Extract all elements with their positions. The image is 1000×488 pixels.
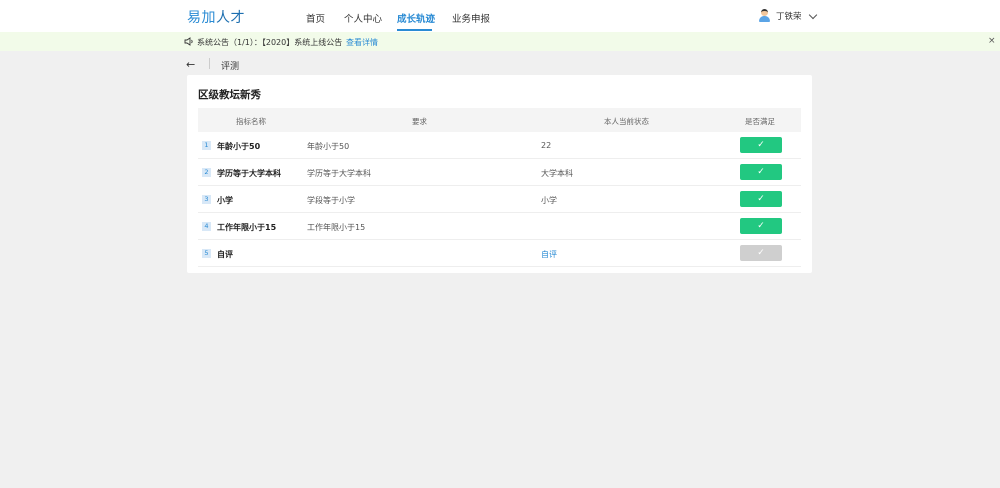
breadcrumb-current: 评测 bbox=[221, 62, 240, 72]
table-row: 5 自评 自评 ✓ bbox=[198, 240, 801, 267]
check-icon: ✓ bbox=[740, 191, 782, 207]
user-menu[interactable]: 丁铁荣 bbox=[758, 9, 817, 23]
active-nav-indicator bbox=[397, 29, 432, 31]
table-row: 2 学历等于大学本科 学历等于大学本科 大学本科 ✓ bbox=[198, 159, 801, 186]
notice-bar: 系统公告（1/1）：【2020】系统上线公告 查看详情 × bbox=[0, 32, 1000, 51]
row-index: 5 bbox=[202, 249, 211, 258]
row-index: 3 bbox=[202, 195, 211, 204]
column-header-satisfied: 是否满足 bbox=[745, 117, 775, 126]
nav-home[interactable]: 首页 bbox=[306, 11, 325, 25]
current-status: 大学本科 bbox=[541, 169, 573, 178]
table-row: 1 年龄小于50 年龄小于50 22 ✓ bbox=[198, 132, 801, 159]
requirement: 学历等于大学本科 bbox=[307, 169, 371, 178]
current-status: 小学 bbox=[541, 196, 557, 205]
top-navbar: 易加人才 首页 个人中心 成长轨迹 业务申报 丁铁荣 bbox=[0, 0, 1000, 32]
check-icon: ✓ bbox=[740, 218, 782, 234]
requirement: 年龄小于50 bbox=[307, 142, 350, 151]
nav-business-declaration[interactable]: 业务申报 bbox=[452, 11, 490, 25]
indicator-name: 学历等于大学本科 bbox=[217, 169, 281, 178]
speaker-icon bbox=[184, 37, 193, 46]
back-arrow-icon[interactable]: ← bbox=[186, 58, 195, 71]
table-header: 指标名称 要求 本人当前状态 是否满足 bbox=[198, 108, 801, 132]
indicator-name: 自评 bbox=[217, 250, 233, 259]
card-title: 区级教坛新秀 bbox=[198, 89, 261, 101]
notice-text: 系统公告（1/1）：【2020】系统上线公告 bbox=[197, 38, 343, 47]
indicator-name: 小学 bbox=[217, 196, 233, 205]
user-name: 丁铁荣 bbox=[776, 12, 802, 22]
requirement: 学段等于小学 bbox=[307, 196, 355, 205]
check-icon: ✓ bbox=[740, 164, 782, 180]
chevron-down-icon bbox=[808, 10, 817, 19]
column-header-current-status: 本人当前状态 bbox=[604, 117, 649, 126]
breadcrumb-divider bbox=[209, 58, 210, 69]
column-header-requirement: 要求 bbox=[412, 117, 427, 126]
notice-detail-link[interactable]: 查看详情 bbox=[346, 37, 378, 48]
row-index: 2 bbox=[202, 168, 211, 177]
table-row: 3 小学 学段等于小学 小学 ✓ bbox=[198, 186, 801, 213]
row-index: 4 bbox=[202, 222, 211, 231]
check-icon: ✓ bbox=[740, 137, 782, 153]
column-header-indicator: 指标名称 bbox=[236, 117, 266, 126]
indicator-name: 年龄小于50 bbox=[217, 142, 261, 151]
current-status: 22 bbox=[541, 141, 552, 150]
nav-personal-center[interactable]: 个人中心 bbox=[344, 11, 382, 25]
evaluation-card: 区级教坛新秀 指标名称 要求 本人当前状态 是否满足 1 年龄小于50 年龄小于… bbox=[187, 75, 812, 273]
close-icon[interactable]: × bbox=[988, 36, 996, 46]
indicator-name: 工作年限小于15 bbox=[217, 223, 277, 232]
avatar-icon bbox=[758, 9, 770, 23]
nav-growth-track[interactable]: 成长轨迹 bbox=[397, 11, 435, 25]
table-row: 4 工作年限小于15 工作年限小于15 ✓ bbox=[198, 213, 801, 240]
check-icon: ✓ bbox=[740, 245, 782, 261]
requirement: 工作年限小于15 bbox=[307, 223, 366, 232]
row-index: 1 bbox=[202, 141, 211, 150]
app-logo[interactable]: 易加人才 bbox=[187, 7, 245, 27]
self-evaluation-link[interactable]: 自评 bbox=[541, 249, 557, 260]
